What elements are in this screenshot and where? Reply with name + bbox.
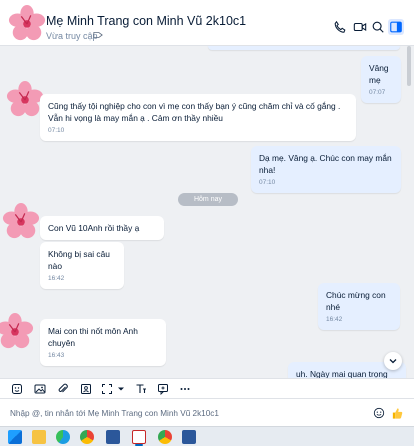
day-separator: Hôm nay — [178, 193, 238, 206]
video-call-icon[interactable] — [352, 19, 368, 35]
image-icon[interactable] — [33, 382, 47, 396]
chrome-icon[interactable] — [80, 430, 94, 444]
start-icon[interactable] — [8, 430, 22, 444]
more-icon[interactable] — [178, 382, 192, 396]
presence-status: Vừa truy cập — [46, 31, 98, 41]
zalo-icon[interactable] — [132, 430, 146, 444]
emoji-icon[interactable] — [372, 406, 386, 420]
search-icon[interactable] — [370, 19, 386, 35]
message-list[interactable]: Vâng mẹ 07:07 Cũng thấy tội nghiệp cho c… — [0, 46, 414, 378]
word-icon[interactable] — [106, 430, 120, 444]
phone-icon[interactable] — [332, 19, 348, 35]
word-icon[interactable] — [182, 430, 196, 444]
composer — [0, 398, 414, 426]
message-text: Con Vũ 10Anh rồi thầy ạ — [48, 223, 140, 233]
message-time: 16:42 — [326, 316, 343, 323]
file-explorer-icon[interactable] — [32, 430, 46, 444]
message-time: 07:10 — [48, 127, 65, 134]
message-text: Chúc mừng con nhé — [326, 290, 386, 312]
chrome-icon[interactable] — [158, 430, 172, 444]
chat-header: Mẹ Minh Trang con Minh Vũ 2k10c1 Vừa tru… — [0, 0, 414, 46]
sender-avatar[interactable] — [6, 80, 44, 118]
message-bubble-incoming[interactable]: Con Vũ 10Anh rồi thầy ạ — [40, 216, 164, 240]
tag-icon[interactable] — [93, 30, 103, 40]
scrollbar[interactable] — [407, 46, 411, 86]
message-time: 07:10 — [259, 179, 276, 186]
message-bubble-outgoing[interactable]: Dạ mẹ. Vâng ạ. Chúc con may mắn nha! 07:… — [251, 146, 401, 193]
message-text: uh. Ngày mai quan trọng lắm — [296, 369, 388, 378]
message-text: Không bị sai câu nào — [48, 249, 110, 271]
message-time: 16:42 — [48, 275, 65, 282]
chevron-down-icon — [389, 359, 397, 364]
message-text: Vâng mẹ — [369, 63, 389, 85]
attachment-icon[interactable] — [56, 382, 70, 396]
message-text: Mai con thi nốt môn Anh chuyên — [48, 326, 138, 348]
contact-card-icon[interactable] — [79, 382, 93, 396]
message-bubble-incoming[interactable]: Mai con thi nốt môn Anh chuyên 16:43 — [40, 319, 166, 366]
message-bubble-outgoing[interactable]: Vâng mẹ 07:07 — [361, 56, 401, 103]
sender-avatar[interactable] — [0, 312, 34, 350]
message-bubble-incoming[interactable]: Cũng thấy tội nghiệp cho con vì mẹ con t… — [40, 94, 356, 141]
screenshot-icon[interactable] — [100, 382, 114, 396]
chat-window: Mẹ Minh Trang con Minh Vũ 2k10c1 Vừa tru… — [0, 0, 414, 446]
quote-icon[interactable] — [156, 382, 170, 396]
message-text: Cũng thấy tội nghiệp cho con vì mẹ con t… — [48, 101, 341, 123]
sender-avatar[interactable] — [2, 202, 40, 240]
edge-icon[interactable] — [56, 430, 70, 444]
group-avatar[interactable] — [8, 4, 46, 42]
sidebar-toggle-icon[interactable] — [388, 19, 404, 35]
message-bubble-previous — [208, 46, 400, 50]
chevron-down-icon[interactable] — [114, 382, 128, 396]
message-time: 07:07 — [369, 89, 386, 96]
message-bubble-incoming[interactable]: Không bị sai câu nào 16:42 — [40, 242, 124, 289]
message-bubble-outgoing[interactable]: Chúc mừng con nhé 16:42 — [318, 283, 400, 330]
os-taskbar — [0, 426, 414, 446]
format-icon[interactable] — [134, 382, 148, 396]
sticker-icon[interactable] — [10, 382, 24, 396]
message-text: Dạ mẹ. Vâng ạ. Chúc con may mắn nha! — [259, 153, 392, 175]
thumbs-up-icon[interactable] — [390, 406, 404, 420]
conversation-title[interactable]: Mẹ Minh Trang con Minh Vũ 2k10c1 — [46, 14, 246, 28]
composer-toolbar — [0, 378, 414, 398]
message-time: 16:43 — [48, 352, 65, 359]
message-input[interactable] — [10, 406, 350, 420]
scroll-to-bottom-button[interactable] — [384, 352, 402, 370]
